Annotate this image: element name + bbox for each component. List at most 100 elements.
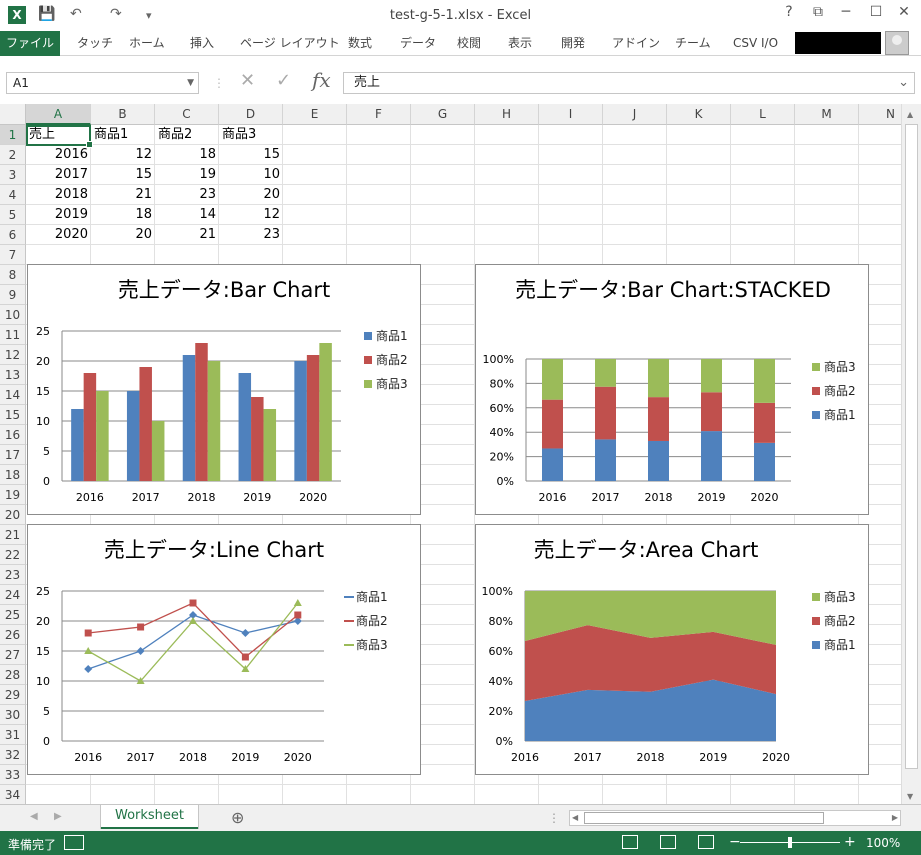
insert-function-icon[interactable]: fx [312,68,331,92]
column-header-i[interactable]: I [539,104,603,125]
row-header-19[interactable]: 19 [0,485,26,505]
spreadsheet-grid[interactable]: ABCDEFGHIJKLMN 1 2 3 4 5 6 7 8 9 10 11 12 13 14 15 16 17… [0,104,921,804]
column-header-b[interactable]: B [91,104,155,125]
column-header-e[interactable]: E [283,104,347,125]
row-header-9[interactable]: 9 [0,285,26,305]
add-sheet-icon[interactable]: ⊕ [231,808,244,827]
row-header-13[interactable]: 13 [0,365,26,385]
column-header-m[interactable]: M [795,104,859,125]
column-header-l[interactable]: L [731,104,795,125]
row-header-10[interactable]: 10 [0,305,26,325]
row-header-24[interactable]: 24 [0,585,26,605]
column-header-d[interactable]: D [219,104,283,125]
row-header-14[interactable]: 14 [0,385,26,405]
stacked-bar-chart[interactable]: 売上データ:Bar Chart:STACKED 0% 20% 40% 60% 80% 10… [475,264,869,515]
zoom-out-button[interactable]: − [729,834,741,850]
page-break-view-icon[interactable] [698,835,714,849]
vertical-scrollbar[interactable]: ▲ ▼ [901,104,921,804]
page-layout-view-icon[interactable] [660,835,676,849]
row-header-28[interactable]: 28 [0,665,26,685]
row-header-5[interactable]: 5 [0,205,26,225]
row-header-30[interactable]: 30 [0,705,26,725]
row-header-33[interactable]: 33 [0,765,26,785]
tab-developer[interactable]: 開発 [561,31,585,55]
column-header-g[interactable]: G [411,104,475,125]
bar-chart[interactable]: 売上データ:Bar Chart 0 5 10 15 20 25 2016 2017 2018 20… [27,264,421,515]
column-header-a[interactable]: A [26,104,91,125]
select-all-corner[interactable] [0,104,26,125]
help-button[interactable]: ? [779,4,799,20]
maximize-button[interactable]: ☐ [866,4,886,20]
row-header-8[interactable]: 8 [0,265,26,285]
formula-input[interactable]: 売上 ⌄ [343,72,915,94]
vertical-scroll-thumb[interactable] [905,124,918,769]
tab-csv-io[interactable]: CSV I/O [733,31,778,55]
scroll-left-icon[interactable]: ◀ [572,813,578,822]
data-cell: 21 [199,227,216,242]
cancel-icon[interactable]: ✕ [240,70,255,91]
column-header-f[interactable]: F [347,104,411,125]
scroll-right-icon[interactable]: ▶ [892,813,898,822]
row-header-7[interactable]: 7 [0,245,26,265]
row-header-12[interactable]: 12 [0,345,26,365]
line-chart[interactable]: 売上データ:Line Chart 0 5 10 15 20 25 2016 2017 2018 2… [27,524,421,775]
tab-home[interactable]: ホーム [129,31,165,55]
tab-team[interactable]: チーム [675,31,711,55]
sheet-tab-worksheet[interactable]: Worksheet [101,805,198,829]
area-chart[interactable]: 売上データ:Area Chart 0% 20% 40% 60% 80% 100% 2016 2… [475,524,869,775]
column-header-c[interactable]: C [155,104,219,125]
row-header-16[interactable]: 16 [0,425,26,445]
tab-insert[interactable]: 挿入 [190,31,214,55]
account-name[interactable] [795,32,881,54]
row-header-4[interactable]: 4 [0,185,26,205]
tab-formulas[interactable]: 数式 [348,31,372,55]
row-header-29[interactable]: 29 [0,685,26,705]
row-header-11[interactable]: 11 [0,325,26,345]
row-header-3[interactable]: 3 [0,165,26,185]
tab-touch[interactable]: タッチ [77,31,113,55]
row-header-25[interactable]: 25 [0,605,26,625]
ribbon-display-button[interactable]: ⧉ [808,4,828,20]
scroll-up-icon[interactable]: ▲ [907,110,913,119]
chevron-down-icon[interactable]: ▼ [187,73,194,93]
row-header-27[interactable]: 27 [0,645,26,665]
row-header-18[interactable]: 18 [0,465,26,485]
normal-view-icon[interactable] [622,835,638,849]
row-header-20[interactable]: 20 [0,505,26,525]
row-header-32[interactable]: 32 [0,745,26,765]
zoom-slider-knob[interactable] [788,837,792,848]
tab-view[interactable]: 表示 [508,31,532,55]
column-header-k[interactable]: K [667,104,731,125]
next-sheet-icon[interactable]: ▶ [54,811,62,822]
horizontal-scroll-thumb[interactable] [584,812,824,824]
row-header-2[interactable]: 2 [0,145,26,165]
row-header-17[interactable]: 17 [0,445,26,465]
tab-data[interactable]: データ [400,31,436,55]
row-header-26[interactable]: 26 [0,625,26,645]
avatar[interactable] [885,31,909,55]
prev-sheet-icon[interactable]: ◀ [30,811,38,822]
tab-review[interactable]: 校閲 [457,31,481,55]
macro-record-icon[interactable] [64,835,84,850]
tab-addins[interactable]: アドイン [612,31,660,55]
row-header-31[interactable]: 31 [0,725,26,745]
tab-file[interactable]: ファイル [0,31,60,56]
row-header-23[interactable]: 23 [0,565,26,585]
name-box[interactable]: A1 ▼ [6,72,199,94]
expand-formula-icon[interactable]: ⌄ [898,73,909,93]
column-header-j[interactable]: J [603,104,667,125]
horizontal-scrollbar[interactable]: ◀ ▶ [569,810,901,826]
zoom-level[interactable]: 100% [866,836,900,850]
splitter-icon[interactable]: ⋮ [548,811,560,825]
close-button[interactable]: ✕ [894,4,914,20]
row-header-1[interactable]: 1 [0,125,26,145]
row-header-34[interactable]: 34 [0,785,26,804]
zoom-in-button[interactable]: + [844,834,856,850]
minimize-button[interactable]: ─ [836,4,856,20]
enter-icon[interactable]: ✓ [276,70,291,91]
column-header-h[interactable]: H [475,104,539,125]
tab-page-layout[interactable]: ページ レイアウト [240,31,340,55]
scroll-down-icon[interactable]: ▼ [907,792,913,801]
row-header-6[interactable]: 6 [0,225,26,245]
row-header-15[interactable]: 15 [0,405,26,425]
